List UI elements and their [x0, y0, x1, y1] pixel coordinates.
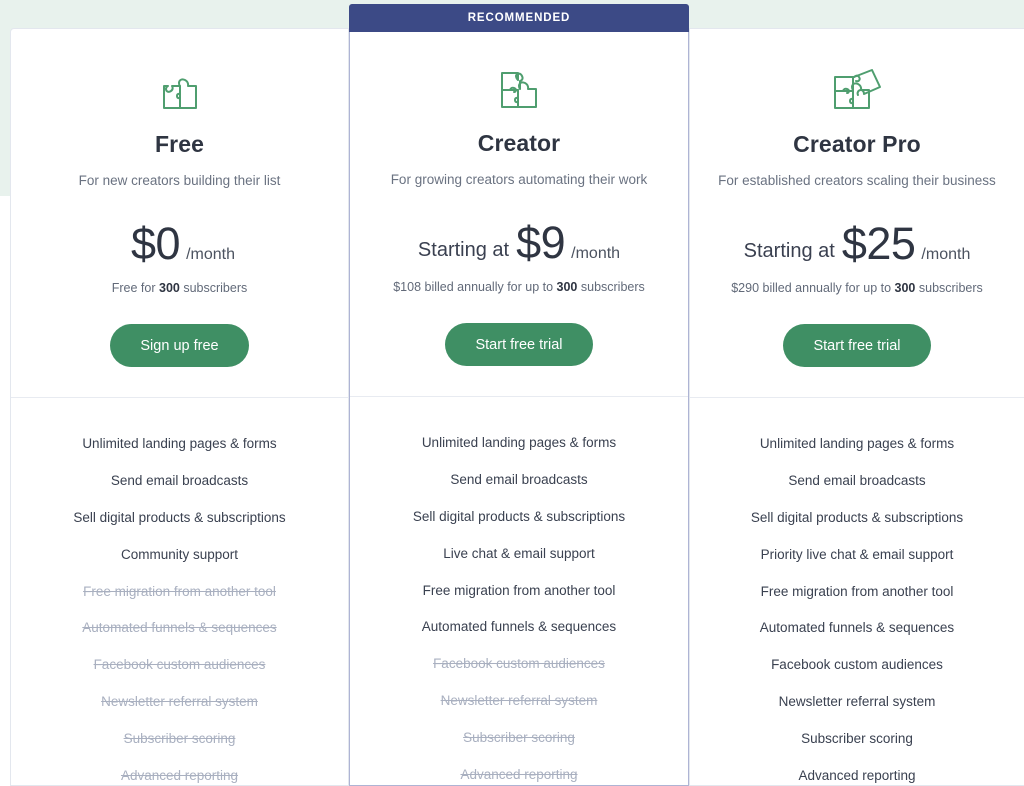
feature-item: Advanced reporting — [798, 767, 916, 783]
feature-item: Newsletter referral system — [778, 694, 936, 710]
price-prefix: Starting at — [743, 240, 835, 262]
puzzle-four-pieces-icon — [690, 63, 1024, 117]
cta-wrapper: Start free trial — [690, 324, 1024, 367]
feature-item: Unlimited landing pages & forms — [82, 436, 277, 451]
plan-name: Creator — [477, 130, 561, 156]
plan-price-row: Starting at $25 /month — [690, 221, 1024, 266]
feature-item: Advanced reporting — [460, 766, 578, 782]
feature-item: Free migration from another tool — [83, 583, 276, 599]
feature-item: Community support — [120, 546, 239, 562]
card-header-free: Free For new creators building their lis… — [11, 29, 348, 367]
feature-item: Priority live chat & email support — [760, 546, 954, 562]
card-header-creator: Creator For growing creators automating … — [350, 32, 688, 366]
price-amount: $0 — [131, 218, 181, 269]
puzzle-two-pieces-icon — [11, 63, 348, 117]
feature-item: Facebook custom audiences — [93, 657, 266, 673]
pricing-card-creator-pro[interactable]: Creator Pro For established creators sca… — [689, 28, 1024, 786]
feature-item: Sell digital products & subscriptions — [73, 509, 286, 525]
puzzle-three-pieces-icon — [350, 62, 688, 116]
price-period: /month — [571, 245, 621, 262]
plan-name: Free — [155, 131, 204, 157]
feature-item: Send email broadcasts — [788, 472, 926, 488]
price-note-count: 300 — [556, 280, 578, 294]
feature-item: Free migration from another tool — [422, 582, 616, 598]
signup-free-button[interactable]: Sign up free — [110, 324, 249, 367]
price-note-prefix: $290 billed annually for up to — [731, 281, 895, 295]
feature-item: Send email broadcasts — [110, 472, 249, 488]
feature-item: Live chat & email support — [443, 545, 595, 561]
plan-price-row: Starting at $9 /month — [350, 220, 688, 265]
plan-name: Creator Pro — [793, 131, 921, 157]
price-amount: $25 — [841, 218, 916, 269]
feature-item: Sell digital products & subscriptions — [412, 508, 626, 524]
plan-tagline: For established creators scaling their b… — [718, 173, 996, 188]
feature-list-free: Unlimited landing pages & forms Send emai… — [11, 398, 348, 785]
price-amount: $9 — [516, 217, 566, 268]
feature-list-creator: Unlimited landing pages & forms Send emai… — [350, 397, 688, 784]
feature-item: Automated funnels & sequences — [421, 619, 617, 635]
start-free-trial-button-creator[interactable]: Start free trial — [445, 323, 593, 366]
price-note: $108 billed annually for up to 300 subsc… — [350, 280, 688, 294]
price-note: Free for 300 subscribers — [11, 281, 348, 295]
feature-list-creator-pro: Unlimited landing pages & forms Send emai… — [690, 398, 1024, 785]
price-note-prefix: Free for — [111, 281, 159, 295]
price-note-count: 300 — [894, 281, 916, 295]
pricing-card-list: Free For new creators building their lis… — [0, 0, 1024, 786]
price-note-suffix: subscribers — [577, 280, 645, 294]
feature-item: Subscriber scoring — [463, 730, 575, 745]
pricing-card-free[interactable]: Free For new creators building their lis… — [10, 28, 349, 786]
price-note-suffix: subscribers — [179, 281, 248, 295]
feature-item: Advanced reporting — [120, 767, 239, 783]
cta-wrapper: Sign up free — [11, 324, 348, 367]
recommended-ribbon: RECOMMENDED — [349, 4, 689, 32]
plan-price-row: $0 /month — [11, 221, 348, 266]
plan-tagline: For new creators building their list — [78, 173, 281, 188]
pricing-page: Free For new creators building their lis… — [0, 0, 1024, 786]
start-free-trial-button-creator-pro[interactable]: Start free trial — [783, 324, 931, 367]
price-note-prefix: $108 billed annually for up to — [393, 280, 557, 294]
feature-item: Unlimited landing pages & forms — [421, 435, 617, 450]
price-note: $290 billed annually for up to 300 subsc… — [690, 281, 1024, 295]
price-period: /month — [186, 246, 235, 263]
feature-item: Unlimited landing pages & forms — [759, 436, 955, 451]
feature-item: Newsletter referral system — [440, 693, 598, 709]
price-prefix: Starting at — [417, 239, 510, 261]
feature-item: Facebook custom audiences — [433, 656, 605, 672]
feature-item: Sell digital products & subscriptions — [750, 509, 964, 525]
feature-item: Send email broadcasts — [450, 471, 588, 487]
price-period: /month — [921, 246, 971, 263]
feature-item: Automated funnels & sequences — [82, 620, 277, 636]
card-header-creator-pro: Creator Pro For established creators sca… — [690, 29, 1024, 367]
feature-item: Automated funnels & sequences — [759, 620, 955, 636]
feature-item: Facebook custom audiences — [771, 657, 943, 673]
feature-item: Free migration from another tool — [760, 583, 954, 599]
pricing-card-creator[interactable]: RECOMMENDED Creator For growing creators… — [349, 4, 689, 786]
price-note-suffix: subscribers — [915, 281, 983, 295]
feature-item: Subscriber scoring — [801, 731, 913, 746]
feature-item: Newsletter referral system — [101, 694, 258, 710]
price-note-count: 300 — [159, 281, 180, 295]
cta-wrapper: Start free trial — [350, 323, 688, 366]
feature-item: Subscriber scoring — [123, 731, 236, 746]
plan-tagline: For growing creators automating their wo… — [390, 172, 648, 187]
